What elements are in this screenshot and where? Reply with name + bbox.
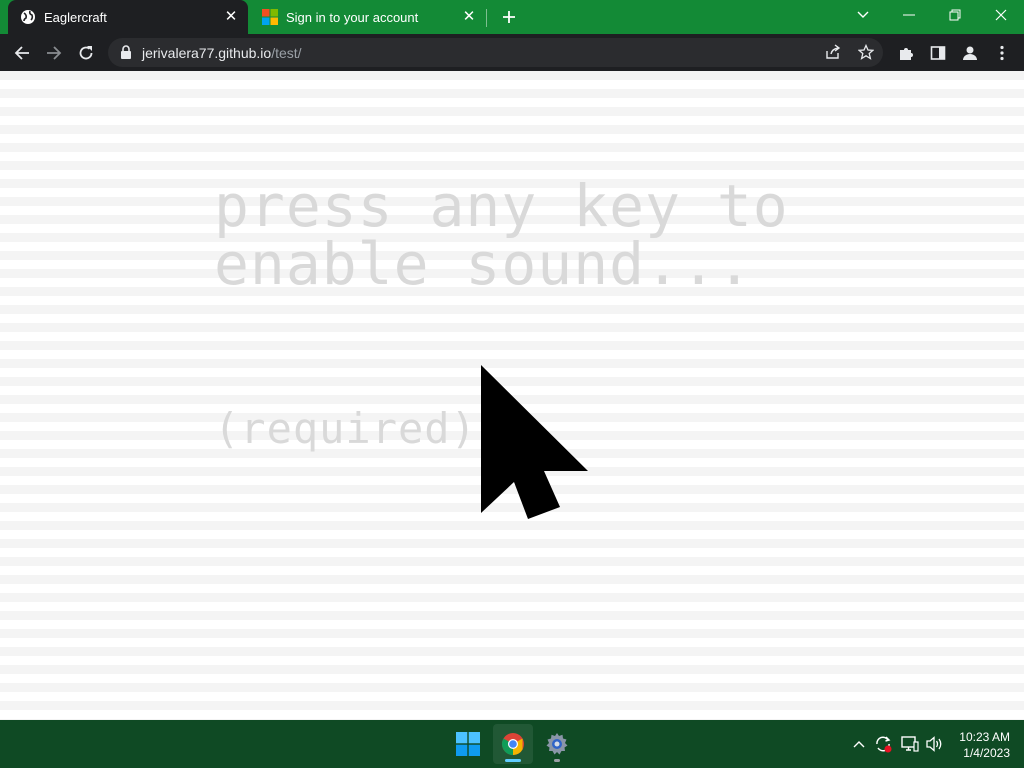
chevron-up-icon	[853, 741, 865, 748]
tab-label: Sign in to your account	[286, 10, 419, 25]
side-panel-button[interactable]	[925, 40, 951, 66]
share-icon	[826, 44, 841, 59]
puzzle-icon	[900, 48, 913, 60]
tab-separator	[486, 9, 487, 27]
chevron-down-icon	[857, 11, 869, 18]
forward-button[interactable]	[41, 40, 67, 66]
mouse-cursor-icon	[481, 365, 588, 519]
tab-search-button[interactable]	[840, 0, 886, 30]
taskbar-settings[interactable]	[537, 724, 577, 764]
profile-button[interactable]	[957, 40, 983, 66]
windows-start-icon	[456, 732, 480, 756]
minimize-icon	[903, 14, 915, 16]
extensions-button[interactable]	[893, 40, 919, 66]
close-window-button[interactable]	[978, 0, 1024, 30]
network-button[interactable]	[900, 734, 920, 754]
sync-status-button[interactable]	[873, 734, 893, 754]
new-tab-button[interactable]	[498, 6, 520, 28]
bookmark-button[interactable]	[853, 39, 879, 65]
network-icon	[901, 736, 919, 752]
close-tab-icon[interactable]: ✕	[460, 8, 478, 26]
share-button[interactable]	[820, 39, 846, 65]
browser-title-bar: Eaglercraft ✕ Sign in to your account ✕	[0, 0, 1024, 34]
restore-icon	[949, 9, 961, 21]
globe-icon	[21, 10, 35, 24]
microsoft-logo-icon	[262, 9, 278, 25]
taskbar-chrome[interactable]	[493, 724, 533, 764]
url-host: jerivalera77.github.io	[142, 45, 272, 61]
browser-toolbar: jerivalera77.github.io/test/	[0, 34, 1024, 71]
sound-prompt-line-2: enable sound...	[214, 230, 753, 298]
active-indicator	[505, 759, 521, 762]
close-icon	[995, 9, 1007, 21]
volume-button[interactable]	[925, 734, 945, 754]
settings-icon	[546, 733, 568, 755]
start-button[interactable]	[448, 724, 488, 764]
profile-icon	[963, 46, 977, 60]
plus-icon	[503, 11, 515, 23]
url-path: /test/	[271, 45, 302, 61]
system-clock[interactable]: 10:23 AM 1/4/2023	[959, 729, 1010, 761]
arrow-left-icon	[14, 46, 29, 60]
page-content[interactable]: press any key to enable sound... (requir…	[0, 71, 1024, 720]
minimize-button[interactable]	[886, 0, 932, 30]
windows-taskbar: 10:23 AM 1/4/2023	[0, 720, 1024, 768]
clock-date: 1/4/2023	[963, 746, 1010, 760]
lock-icon	[121, 45, 131, 59]
tab-label: Eaglercraft	[44, 10, 107, 25]
sync-icon	[876, 736, 892, 753]
volume-icon	[926, 736, 942, 752]
tab-sign-in[interactable]: Sign in to your account ✕	[250, 0, 486, 34]
show-hidden-icons-button[interactable]	[849, 734, 869, 754]
required-note: (required)	[214, 404, 477, 453]
side-panel-icon	[930, 46, 946, 60]
running-indicator	[554, 759, 560, 762]
close-tab-icon[interactable]: ✕	[222, 8, 240, 26]
tab-eaglercraft[interactable]: Eaglercraft ✕	[8, 0, 248, 34]
reload-icon	[79, 46, 93, 60]
address-bar[interactable]: jerivalera77.github.io/test/	[108, 38, 883, 67]
menu-button[interactable]	[989, 40, 1015, 66]
chrome-icon	[502, 733, 524, 755]
clock-time: 10:23 AM	[959, 730, 1010, 744]
more-vert-icon	[1000, 45, 1004, 61]
back-button[interactable]	[9, 40, 35, 66]
star-icon	[858, 44, 874, 60]
reload-button[interactable]	[73, 40, 99, 66]
arrow-right-icon	[47, 46, 62, 60]
url-text: jerivalera77.github.io/test/	[142, 45, 302, 61]
restore-button[interactable]	[932, 0, 978, 30]
